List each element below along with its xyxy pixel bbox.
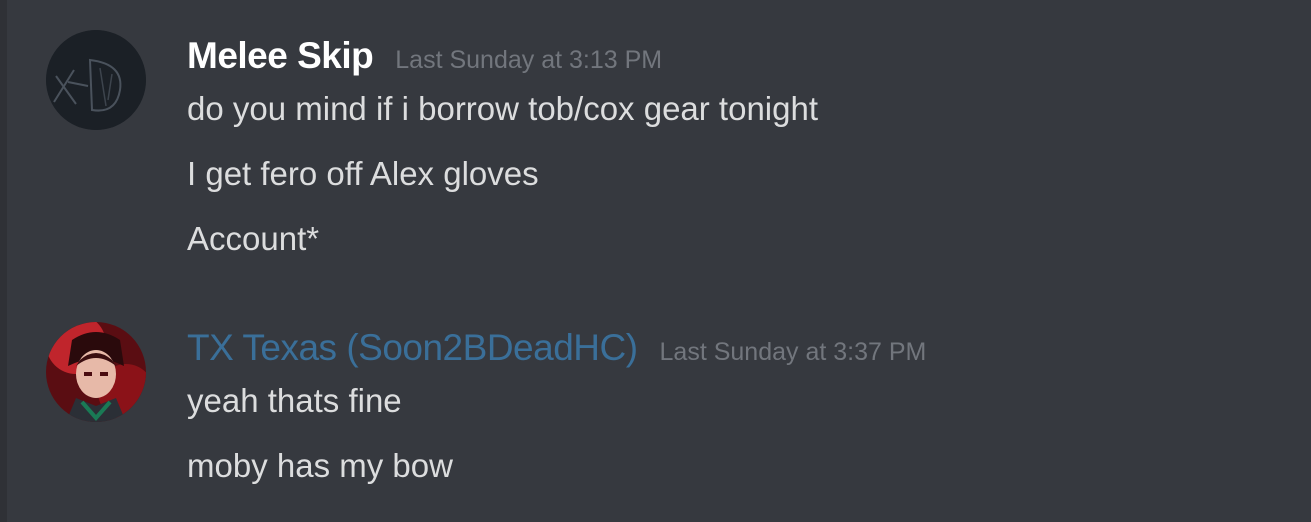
message-list: yeah thats fine moby has my bow [187,378,453,508]
username[interactable]: TX Texas (Soon2BDeadHC) [187,322,638,374]
message-text: do you mind if i borrow tob/cox gear ton… [187,90,819,127]
message-list: do you mind if i borrow tob/cox gear ton… [187,86,818,281]
user-avatar[interactable] [46,30,146,130]
channel-left-edge [0,0,7,522]
message-text: I get fero off Alex gloves [187,155,539,192]
sketch-avatar-icon [46,30,146,130]
message-text: moby has my bow [187,447,453,484]
message-header: Melee Skip Last Sunday at 3:13 PM [187,30,662,82]
message-text: yeah thats fine [187,382,402,419]
anime-character-avatar-icon [46,322,146,422]
timestamp: Last Sunday at 3:37 PM [659,337,927,366]
user-avatar[interactable] [46,322,146,422]
message-header: TX Texas (Soon2BDeadHC) Last Sunday at 3… [187,322,926,374]
timestamp: Last Sunday at 3:13 PM [395,45,663,74]
message-text: Account* [187,220,320,257]
username[interactable]: Melee Skip [187,30,374,82]
